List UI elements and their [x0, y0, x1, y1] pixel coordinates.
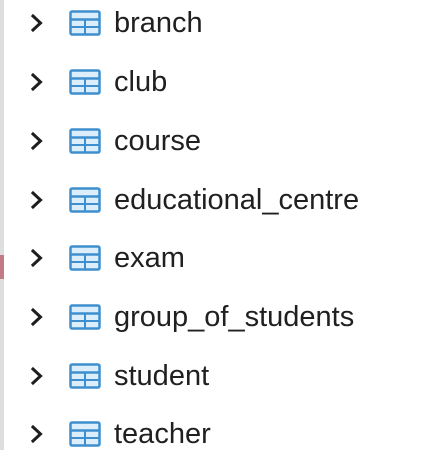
tree-item-educational-centre[interactable]: educational_centre — [0, 171, 438, 229]
chevron-right-icon[interactable] — [26, 365, 48, 387]
table-icon — [69, 421, 101, 447]
tree-item-branch[interactable]: branch — [0, 0, 438, 52]
tree-item-course[interactable]: course — [0, 112, 438, 170]
tree-item-label: branch — [114, 7, 203, 39]
tree-item-label: student — [114, 360, 210, 392]
tree-item-teacher[interactable]: teacher — [0, 405, 438, 450]
tree-item-exam[interactable]: exam — [0, 229, 438, 287]
chevron-right-icon[interactable] — [26, 189, 48, 211]
tree-item-label: teacher — [114, 418, 211, 450]
tree-item-student[interactable]: student — [0, 347, 438, 405]
table-icon — [69, 128, 101, 154]
tree-item-label: group_of_students — [114, 301, 355, 333]
chevron-right-icon[interactable] — [26, 71, 48, 93]
tree-item-club[interactable]: club — [0, 53, 438, 111]
tree-item-group-of-students[interactable]: group_of_students — [0, 288, 438, 346]
chevron-right-icon[interactable] — [26, 423, 48, 445]
table-icon — [69, 10, 101, 36]
table-icon — [69, 245, 101, 271]
chevron-right-icon[interactable] — [26, 12, 48, 34]
table-icon — [69, 187, 101, 213]
chevron-right-icon[interactable] — [26, 306, 48, 328]
tree-item-label: exam — [114, 242, 185, 274]
tree-item-label: course — [114, 125, 202, 157]
table-icon — [69, 304, 101, 330]
chevron-right-icon[interactable] — [26, 247, 48, 269]
tree-item-label: club — [114, 66, 168, 98]
table-icon — [69, 69, 101, 95]
table-icon — [69, 363, 101, 389]
tree-item-label: educational_centre — [114, 184, 360, 216]
chevron-right-icon[interactable] — [26, 130, 48, 152]
